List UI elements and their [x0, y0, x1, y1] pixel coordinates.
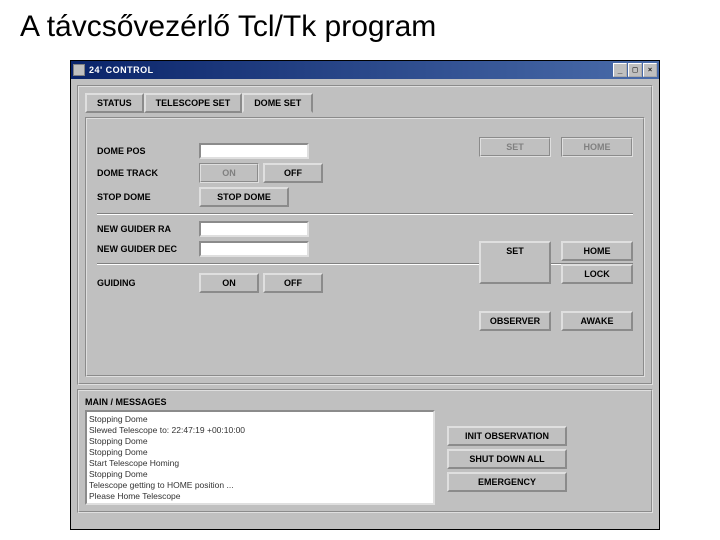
- messages-panel: MAIN / MESSAGES Stopping DomeSlewed Tele…: [77, 389, 653, 513]
- tab-dome-set[interactable]: DOME SET: [242, 93, 313, 113]
- dome-home-button[interactable]: HOME: [561, 137, 633, 157]
- app-icon: [73, 64, 85, 76]
- dome-track-label: DOME TRACK: [97, 168, 195, 178]
- emergency-button[interactable]: EMERGENCY: [447, 472, 567, 492]
- message-line: Stopping Dome: [89, 469, 431, 480]
- guider-dec-label: NEW GUIDER DEC: [97, 244, 195, 254]
- dome-set-body: DOME POS SET HOME DOME TRACK ON OFF STO: [85, 117, 645, 377]
- dome-pos-label: DOME POS: [97, 146, 195, 156]
- dome-track-on-button[interactable]: ON: [199, 163, 259, 183]
- guiding-label: GUIDING: [97, 278, 195, 288]
- maximize-button[interactable]: □: [628, 63, 642, 77]
- guider-dec-input[interactable]: [199, 241, 309, 257]
- guiding-off-button[interactable]: OFF: [263, 273, 323, 293]
- guider-ra-input[interactable]: [199, 221, 309, 237]
- message-line: Stopping Dome: [89, 436, 431, 447]
- tab-status[interactable]: STATUS: [85, 93, 144, 113]
- message-line: Slewed Telescope to: 22:47:19 +00:10:00: [89, 425, 431, 436]
- main-panel: STATUS TELESCOPE SET DOME SET DOME POS S…: [77, 85, 653, 385]
- dome-track-off-button[interactable]: OFF: [263, 163, 323, 183]
- awake-button[interactable]: AWAKE: [561, 311, 633, 331]
- slide-title: A távcsővezérlő Tcl/Tk program: [0, 0, 720, 54]
- guiding-on-button[interactable]: ON: [199, 273, 259, 293]
- messages-box[interactable]: Stopping DomeSlewed Telescope to: 22:47:…: [85, 410, 435, 505]
- window-title: 24' CONTROL: [89, 65, 154, 75]
- guider-ra-label: NEW GUIDER RA: [97, 224, 195, 234]
- tab-telescope-set[interactable]: TELESCOPE SET: [144, 93, 243, 113]
- stop-dome-label: STOP DOME: [97, 192, 195, 202]
- divider-1: [97, 213, 633, 215]
- titlebar: 24' CONTROL _ □ ×: [71, 61, 659, 79]
- messages-header: MAIN / MESSAGES: [85, 397, 645, 407]
- tab-strip: STATUS TELESCOPE SET DOME SET: [85, 93, 645, 113]
- guider-home-button[interactable]: HOME: [561, 241, 633, 261]
- app-window: 24' CONTROL _ □ × STATUS TELESCOPE SET D…: [70, 60, 660, 530]
- dome-pos-input[interactable]: [199, 143, 309, 159]
- guider-set-button[interactable]: SET: [479, 241, 551, 284]
- dome-set-button[interactable]: SET: [479, 137, 551, 157]
- message-line: Stopping Dome: [89, 414, 431, 425]
- message-line: Telescope getting to HOME position ...: [89, 480, 431, 491]
- minimize-button[interactable]: _: [613, 63, 627, 77]
- shut-down-all-button[interactable]: SHUT DOWN ALL: [447, 449, 567, 469]
- message-line: Stopping Dome: [89, 447, 431, 458]
- close-button[interactable]: ×: [643, 63, 657, 77]
- stop-dome-button[interactable]: STOP DOME: [199, 187, 289, 207]
- init-observation-button[interactable]: INIT OBSERVATION: [447, 426, 567, 446]
- message-line: Please Home Telescope: [89, 491, 431, 502]
- observer-button[interactable]: OBSERVER: [479, 311, 551, 331]
- guider-lock-button[interactable]: LOCK: [561, 264, 633, 284]
- message-line: Start Telescope Homing: [89, 458, 431, 469]
